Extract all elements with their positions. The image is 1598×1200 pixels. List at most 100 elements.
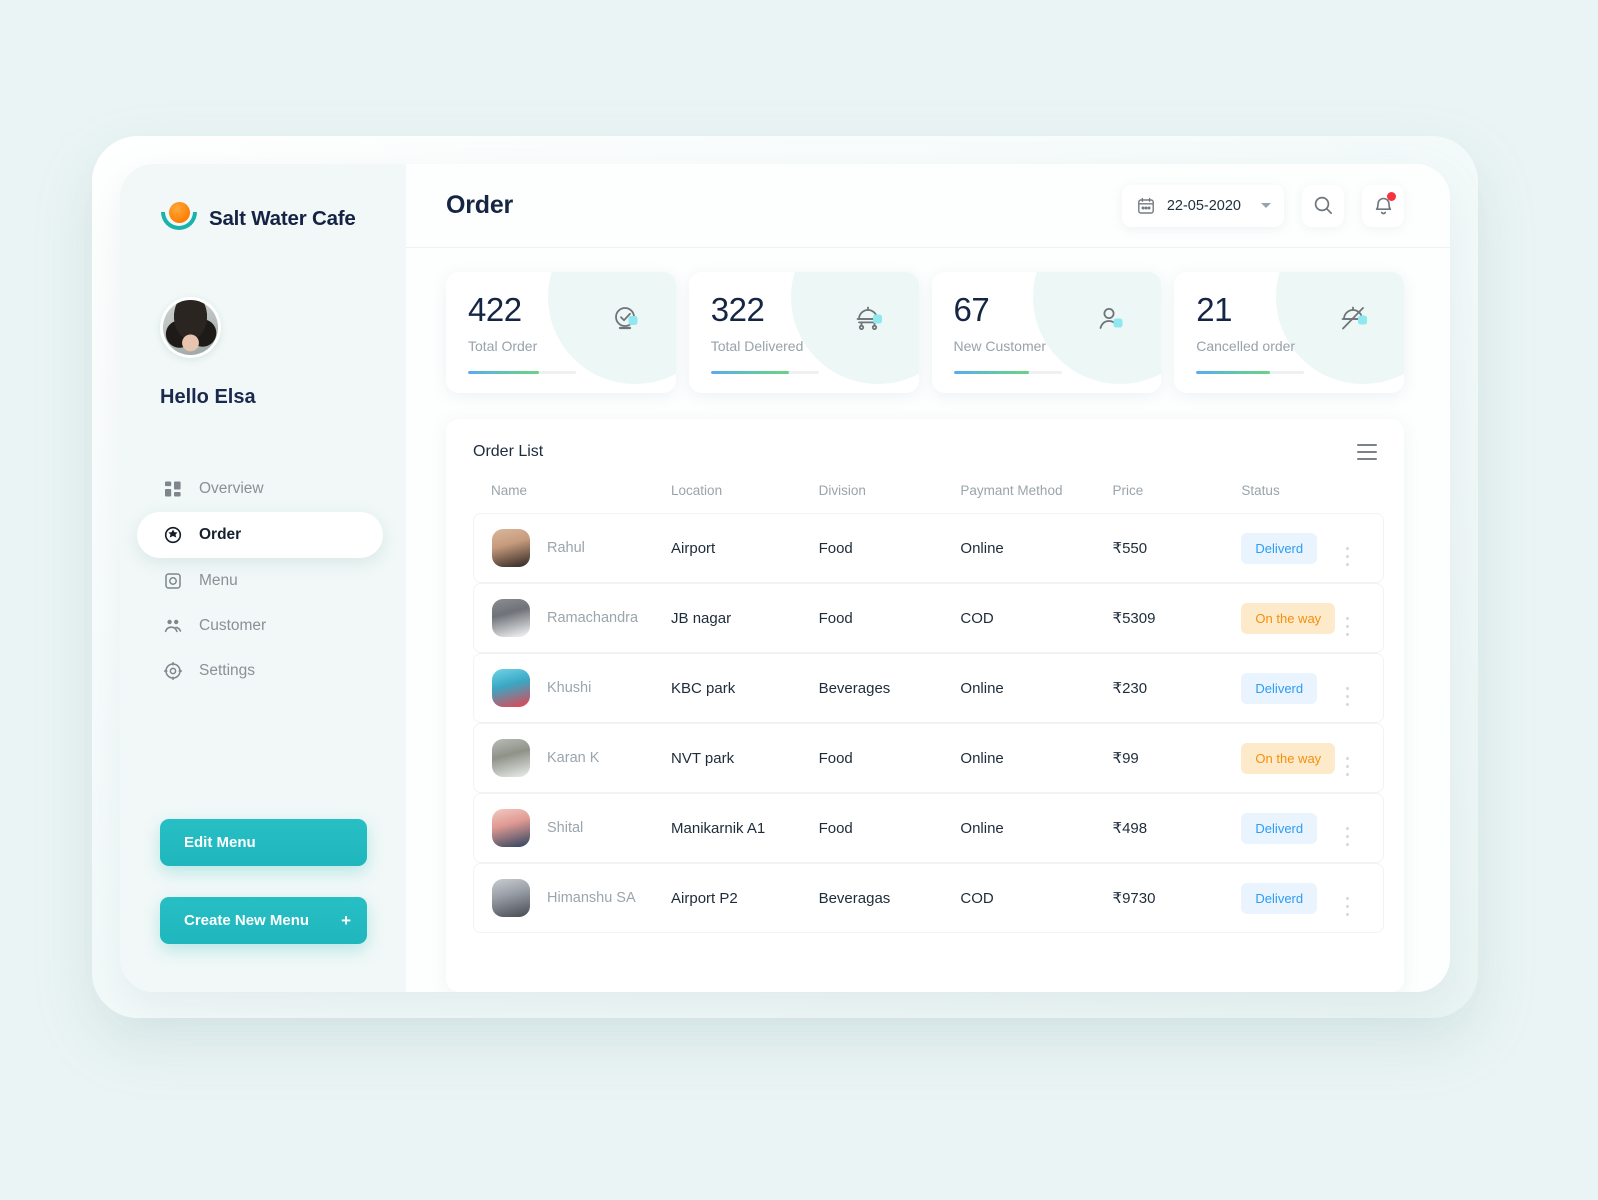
cell-name: Ramachandra <box>547 610 639 626</box>
column-header-payment: Paymant Method <box>960 483 1063 498</box>
column-header-name: Name <box>491 483 528 498</box>
notification-badge-dot <box>1387 191 1396 201</box>
cell-payment: COD <box>960 583 1113 653</box>
table-header: Name Location Division Paymant Method Pr… <box>473 483 1384 513</box>
cell-location: JB nagar <box>671 583 819 653</box>
calendar-icon <box>1137 197 1155 215</box>
stat-label: Cancelled order <box>1196 338 1296 354</box>
sidebar-item-overview[interactable]: Overview <box>137 467 383 511</box>
delivery-tray-icon <box>852 303 886 337</box>
cancelled-order-icon <box>1337 303 1371 337</box>
row-actions-menu-icon[interactable] <box>1345 530 1383 567</box>
cell-payment: Online <box>960 513 1113 583</box>
cell-payment: Online <box>960 793 1113 863</box>
sidebar-item-label: Menu <box>199 572 238 589</box>
topbar: Order 22-05-2020 <box>406 164 1450 248</box>
table-row[interactable]: Khushi KBC park Beverages Online ₹230 De… <box>473 653 1384 723</box>
table-row[interactable]: Karan K NVT park Food Online ₹99 On the … <box>473 723 1384 793</box>
menu-square-icon <box>163 571 183 591</box>
cell-division: Food <box>818 583 961 653</box>
stat-progress-bar <box>953 371 1062 374</box>
row-avatar <box>492 599 530 637</box>
stat-card-new-customer[interactable]: 67 New Customer <box>931 272 1162 393</box>
app-window: Salt Water Cafe Hello Elsa Overview Orde… <box>120 164 1450 992</box>
cell-price: ₹498 <box>1112 793 1242 863</box>
cell-payment: COD <box>960 863 1113 933</box>
sidebar-item-label: Customer <box>199 617 267 634</box>
table-row[interactable]: Himanshu SA Airport P2 Beveragas COD ₹97… <box>473 863 1384 933</box>
chevron-down-icon <box>1261 203 1271 208</box>
cell-price: ₹230 <box>1112 653 1242 723</box>
brand: Salt Water Cafe <box>120 164 406 237</box>
cell-division: Beveragas <box>818 863 961 933</box>
stat-label: New Customer <box>953 338 1047 354</box>
status-badge: Deliverd <box>1241 812 1318 844</box>
cell-name: Khushi <box>547 680 592 696</box>
date-picker[interactable]: 22-05-2020 <box>1121 184 1284 227</box>
sidebar-item-label: Overview <box>199 480 264 497</box>
status-badge: Deliverd <box>1241 882 1318 914</box>
cell-price: ₹9730 <box>1112 863 1242 933</box>
customers-people-icon <box>163 616 183 636</box>
settings-gear-icon <box>163 661 183 681</box>
cell-division: Food <box>818 513 961 583</box>
row-actions-menu-icon[interactable] <box>1345 810 1383 847</box>
cell-name: Himanshu SA <box>547 890 636 906</box>
sidebar-item-label: Settings <box>199 662 256 679</box>
stat-value: 67 <box>953 291 990 328</box>
table-body: Rahul Airport Food Online ₹550 Deliverd <box>473 513 1384 933</box>
cell-price: ₹99 <box>1112 723 1242 793</box>
order-list-title: Order List <box>473 443 544 460</box>
cell-location: Airport <box>671 513 819 583</box>
sidebar-item-customer[interactable]: Customer <box>137 604 383 648</box>
sidebar-item-settings[interactable]: Settings <box>137 649 383 693</box>
row-actions-menu-icon[interactable] <box>1345 600 1383 637</box>
column-header-status: Status <box>1241 483 1280 498</box>
check-circle-icon <box>609 303 643 337</box>
row-actions-menu-icon[interactable] <box>1345 880 1383 917</box>
sun-bowl-logo-icon <box>160 201 198 237</box>
stat-card-cancelled-order[interactable]: 21 Cancelled order <box>1174 272 1404 393</box>
cell-name: Karan K <box>547 750 600 766</box>
cell-location: NVT park <box>671 723 819 793</box>
new-user-icon <box>1094 303 1128 337</box>
stat-progress-bar <box>1196 371 1305 374</box>
edit-menu-label: Edit Menu <box>184 834 256 851</box>
sidebar-item-menu[interactable]: Menu <box>137 559 383 603</box>
profile: Hello Elsa <box>120 237 406 409</box>
cell-division: Food <box>818 793 961 863</box>
search-button[interactable] <box>1302 184 1344 227</box>
stat-value: 422 <box>468 291 522 328</box>
create-new-menu-button[interactable]: Create New Menu + <box>160 897 367 944</box>
status-badge: On the way <box>1241 742 1336 774</box>
table-row[interactable]: Shital Manikarnik A1 Food Online ₹498 De… <box>473 793 1384 863</box>
table-row[interactable]: Ramachandra JB nagar Food COD ₹5309 On t… <box>473 583 1384 653</box>
row-actions-menu-icon[interactable] <box>1345 670 1383 707</box>
stat-progress-bar <box>468 371 576 374</box>
main-content: Order 22-05-2020 422 Total Order 322 Tot… <box>406 164 1450 992</box>
row-avatar <box>492 879 530 917</box>
row-avatar <box>492 739 530 777</box>
cell-name: Rahul <box>547 540 585 556</box>
row-actions-menu-icon[interactable] <box>1345 740 1383 777</box>
sidebar-item-order[interactable]: Order <box>137 512 383 558</box>
plus-icon: + <box>341 910 351 930</box>
notifications-button[interactable] <box>1362 184 1404 227</box>
table-row[interactable]: Rahul Airport Food Online ₹550 Deliverd <box>473 513 1384 583</box>
cell-name: Shital <box>547 820 584 836</box>
order-target-icon <box>163 525 183 545</box>
stat-card-total-order[interactable]: 422 Total Order <box>446 272 676 393</box>
cell-location: Airport P2 <box>671 863 819 933</box>
hamburger-menu-icon[interactable] <box>1357 443 1377 461</box>
stat-card-total-delivered[interactable]: 322 Total Delivered <box>688 272 919 393</box>
stat-cards: 422 Total Order 322 Total Delivered 67 N… <box>406 248 1450 393</box>
order-list-header: Order List <box>473 443 1384 461</box>
sidebar: Salt Water Cafe Hello Elsa Overview Orde… <box>120 164 406 992</box>
sidebar-item-label: Order <box>199 526 242 543</box>
cell-payment: Online <box>960 723 1113 793</box>
column-header-location: Location <box>671 483 723 498</box>
stat-label: Total Delivered <box>710 338 804 354</box>
order-table: Name Location Division Paymant Method Pr… <box>473 483 1384 933</box>
edit-menu-button[interactable]: Edit Menu <box>160 819 367 866</box>
brand-name: Salt Water Cafe <box>209 207 356 230</box>
